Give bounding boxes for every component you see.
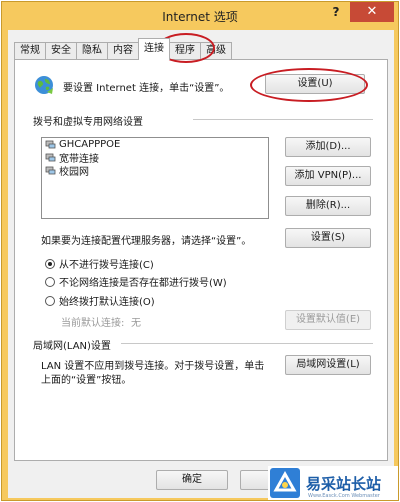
remove-connection-button[interactable]: 删除(R)... <box>285 196 371 216</box>
tab-programs[interactable]: 程序 <box>169 42 201 60</box>
radio-label: 从不进行拨号连接(C) <box>59 260 154 271</box>
proxy-description: 如果要为连接配置代理服务器，请选择“设置”。 <box>41 236 252 247</box>
tab-privacy[interactable]: 隐私 <box>76 42 108 60</box>
connections-list[interactable]: GHCAPPPOE 宽带连接 校园网 <box>41 137 269 219</box>
lan-section-divider <box>121 343 373 344</box>
ok-button[interactable]: 确定 <box>156 470 228 490</box>
dialup-section-title: 拨号和虚拟专用网络设置 <box>33 117 143 128</box>
lan-section-title: 局域网(LAN)设置 <box>33 341 111 352</box>
watermark-logo-icon <box>270 468 300 498</box>
radio-label: 不论网络连接是否存在都进行拨号(W) <box>59 278 227 289</box>
connection-icon <box>45 166 56 175</box>
connection-icon <box>45 153 56 162</box>
dialup-section-divider <box>193 119 373 120</box>
list-item[interactable]: 校园网 <box>42 164 268 178</box>
tab-security[interactable]: 安全 <box>45 42 77 60</box>
tab-connections[interactable]: 连接 <box>138 38 170 60</box>
tab-strip: 常规 安全 隐私 内容 连接 程序 高级 <box>14 38 232 60</box>
tab-general[interactable]: 常规 <box>14 42 46 60</box>
dialog-client: 常规 安全 隐私 内容 连接 程序 高级 要设置 Internet 连接，单击“… <box>8 30 394 498</box>
radio-dial-when-no-network[interactable]: 不论网络连接是否存在都进行拨号(W) <box>45 274 227 289</box>
lan-description-line2: 上面的“设置”按钮。 <box>41 375 132 386</box>
radio-never-dial[interactable]: 从不进行拨号连接(C) <box>45 256 154 271</box>
connections-panel: 要设置 Internet 连接，单击“设置”。 设置(U) 拨号和虚拟专用网络设… <box>14 59 388 461</box>
tab-advanced[interactable]: 高级 <box>200 42 232 60</box>
connection-name: GHCAPPPOE <box>59 139 121 150</box>
lan-description-line1: LAN 设置不应用到拨号连接。对于拨号设置，单击 <box>41 361 265 372</box>
radio-indicator[interactable] <box>45 276 55 287</box>
radio-always-dial-default[interactable]: 始终拨打默认连接(O) <box>45 293 155 308</box>
proxy-settings-button[interactable]: 设置(S) <box>285 228 371 248</box>
close-button[interactable]: ✕ <box>350 2 394 22</box>
add-vpn-button[interactable]: 添加 VPN(P)... <box>285 166 371 186</box>
setup-description: 要设置 Internet 连接，单击“设置”。 <box>63 83 230 94</box>
default-connection-value: 无 <box>131 318 141 329</box>
lan-settings-button[interactable]: 局域网设置(L) <box>285 355 371 375</box>
radio-indicator[interactable] <box>45 295 55 306</box>
tab-content[interactable]: 内容 <box>107 42 139 60</box>
globe-network-icon <box>35 76 53 94</box>
connection-name: 校园网 <box>59 167 89 178</box>
site-watermark: 易采站长站 Www.Easck.Com Webmaster <box>268 466 398 500</box>
radio-indicator[interactable] <box>45 258 55 269</box>
add-connection-button[interactable]: 添加(D)... <box>285 137 371 157</box>
set-default-button[interactable]: 设置默认值(E) <box>285 310 371 330</box>
watermark-subtext: Www.Easck.Com Webmaster <box>308 493 380 499</box>
title-bar[interactable]: Internet 选项 ? ✕ <box>2 2 398 28</box>
setup-button[interactable]: 设置(U) <box>265 74 365 94</box>
connection-icon <box>45 140 56 149</box>
radio-label: 始终拨打默认连接(O) <box>59 297 155 308</box>
watermark-text: 易采站长站 <box>306 474 382 493</box>
internet-options-window: Internet 选项 ? ✕ 常规 安全 隐私 内容 连接 程序 高级 要设置… <box>1 1 399 501</box>
default-connection-label: 当前默认连接: <box>61 318 125 329</box>
help-button[interactable]: ? <box>328 5 344 23</box>
